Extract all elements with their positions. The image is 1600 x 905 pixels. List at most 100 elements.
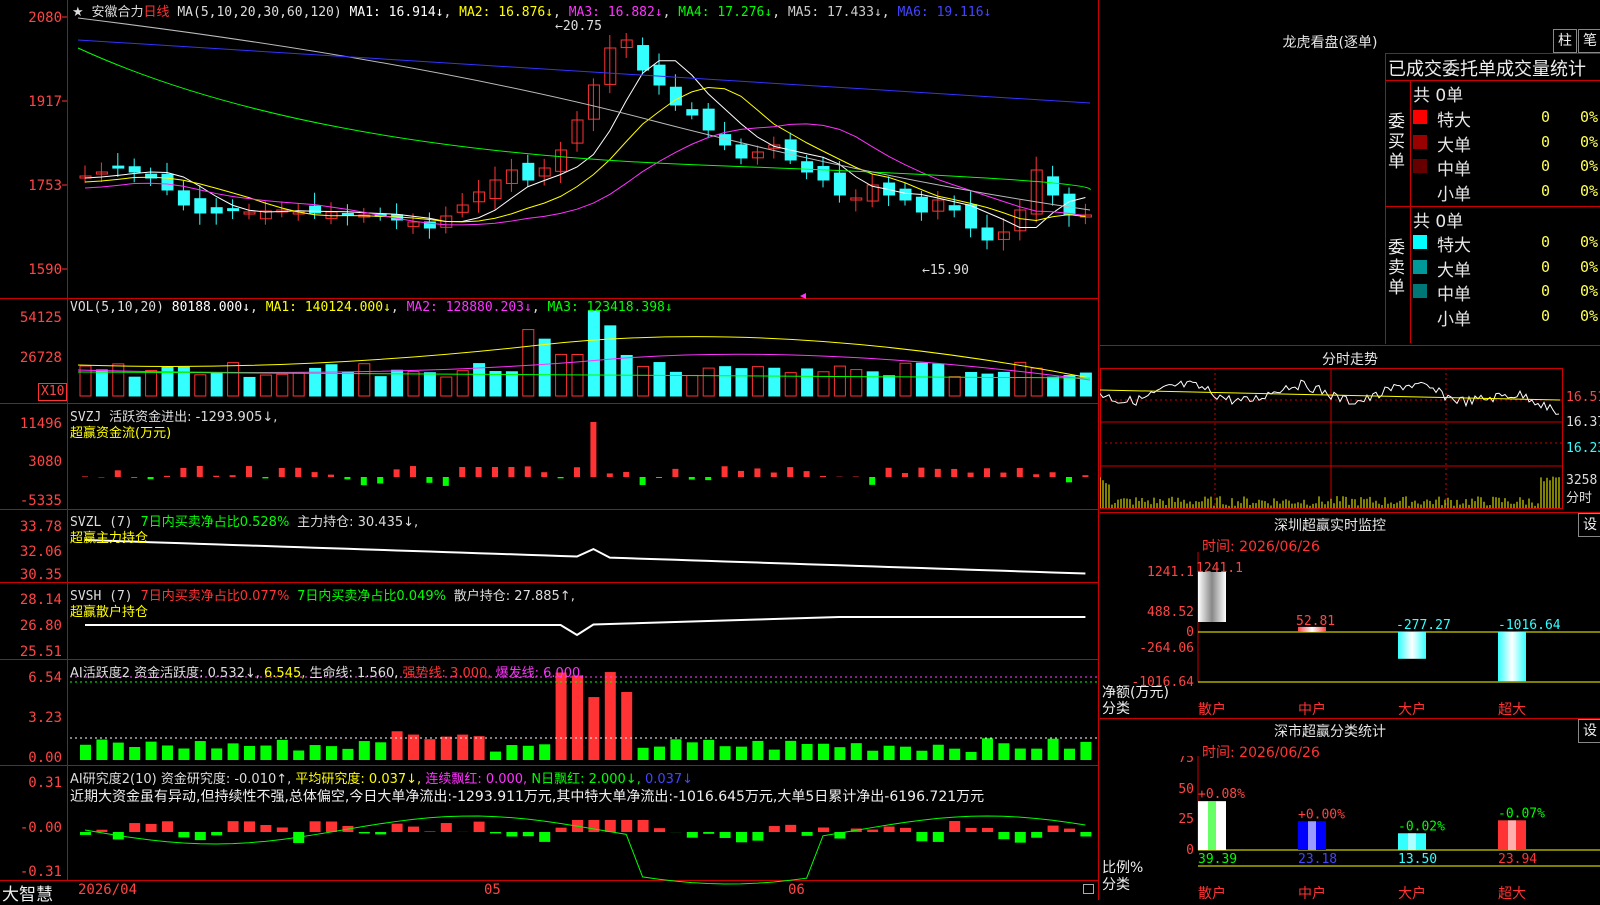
candle-body — [736, 145, 747, 158]
flow-bar — [295, 468, 301, 477]
activity-bar — [1031, 749, 1042, 760]
flow-bar — [754, 468, 760, 477]
intraday-price-low: 16.23 — [1566, 441, 1600, 456]
order-count: 0 — [1510, 307, 1550, 325]
svsh-text2: 7日内买卖净占比0.049% — [297, 589, 446, 604]
vol-tick: 26728 — [20, 350, 62, 366]
ai1-title: AI活跃度2 — [70, 666, 130, 681]
activity-bar — [293, 751, 304, 760]
net-amount-bar — [1498, 632, 1526, 681]
activity-bars — [80, 672, 1091, 760]
star-icon[interactable]: ★ — [72, 5, 84, 20]
activity-bar — [342, 749, 353, 760]
activity-bar — [982, 738, 993, 760]
flow-bar — [279, 468, 285, 477]
flow-bar — [1017, 468, 1023, 477]
candle-body — [982, 228, 993, 240]
period-label[interactable]: 日线 — [144, 5, 170, 20]
order-count: 0 — [1510, 258, 1550, 276]
flow-bar — [197, 466, 203, 477]
vol-desc: VOL(5,10,20) — [70, 300, 164, 315]
intraday-price-line — [1100, 380, 1559, 414]
ai1-t4: 强势线: 3.000, — [403, 666, 492, 681]
flow-bar — [508, 467, 514, 477]
volume-bar — [228, 363, 239, 396]
volume-bar — [375, 377, 386, 396]
activity-bar — [867, 751, 878, 760]
volume-bar — [638, 366, 649, 396]
research-bar — [195, 832, 206, 840]
price-tick: 1753 — [28, 178, 62, 194]
volume-bar — [211, 373, 222, 396]
volume-bar — [605, 326, 616, 396]
ma6-value: MA6: 19.116↓ — [897, 5, 991, 20]
svzl-tick: 30.35 — [20, 567, 62, 583]
order-count: 0 — [1510, 133, 1550, 151]
activity-bar — [556, 672, 567, 760]
research-bar — [310, 821, 321, 832]
activity-bar — [916, 751, 927, 760]
ratio-value-label: 23.94 — [1498, 852, 1537, 867]
research-bar — [802, 832, 813, 836]
order-size-label: 小单 — [1437, 180, 1471, 205]
activity-bar — [949, 749, 960, 760]
tick-mode-button[interactable]: 笔 — [1578, 29, 1600, 53]
svzj-tick: -5335 — [20, 493, 62, 509]
activity-bar — [129, 747, 140, 760]
order-count: 0 — [1510, 182, 1550, 200]
order-percent: 0% — [1560, 258, 1598, 276]
activity-bar — [539, 744, 550, 760]
volume-bar — [720, 367, 731, 396]
flow-bar — [426, 477, 432, 483]
activity-bar — [375, 742, 386, 760]
research-bar — [1031, 832, 1042, 838]
research-bar — [703, 832, 714, 834]
activity-bar — [277, 740, 288, 760]
candle-body — [818, 167, 829, 180]
lock-icon[interactable] — [1083, 884, 1094, 894]
price-tick: 2080 — [28, 10, 62, 26]
activity-bar — [884, 746, 895, 760]
bar-mode-button[interactable]: 柱 — [1553, 29, 1577, 53]
volume-bar — [933, 364, 944, 396]
flow-bar — [1033, 474, 1039, 477]
stock-name[interactable]: 安徽合力 — [91, 5, 143, 20]
flow-bar — [476, 467, 482, 477]
net-amount-bar — [1198, 572, 1226, 622]
classify-tick: 75 — [1178, 756, 1194, 766]
classify-settings-button[interactable]: 设 — [1578, 719, 1600, 743]
svsh-tick: 26.80 — [20, 618, 62, 634]
flow-bar — [148, 477, 154, 479]
candle-body — [802, 162, 813, 172]
order-percent: 0% — [1560, 133, 1598, 151]
volume-bar — [900, 363, 911, 396]
research-bar — [211, 832, 222, 835]
vol-ma2: MA2: 128880.203↓ — [407, 300, 532, 315]
flow-bar — [180, 468, 186, 477]
activity-bar — [146, 742, 157, 760]
activity-bar — [310, 745, 321, 760]
flow-bar — [213, 476, 219, 477]
order-size-label: 大单 — [1437, 256, 1471, 281]
candle-body — [211, 208, 222, 213]
volume-bar — [424, 373, 435, 396]
activity-bar — [605, 672, 616, 760]
flow-bar — [131, 477, 137, 478]
flow-bar — [492, 467, 498, 477]
order-size-label: 大单 — [1437, 131, 1471, 156]
category-label: 散户 — [1198, 701, 1226, 717]
research-bar — [359, 832, 370, 833]
ratio-value-label: 23.18 — [1298, 852, 1337, 867]
activity-bar — [392, 731, 403, 760]
flow-bar — [722, 466, 728, 477]
date-label-june: 06 — [788, 882, 805, 898]
volume-bar — [490, 372, 501, 396]
order-percent: 0% — [1560, 182, 1598, 200]
monitor-settings-button[interactable]: 设 — [1578, 513, 1600, 537]
research-bar — [96, 830, 107, 832]
flow-bar — [574, 467, 580, 477]
research-bar — [523, 832, 534, 836]
category-label: 大户 — [1398, 701, 1426, 717]
order-size-label: 特大 — [1437, 106, 1471, 131]
intraday-chart[interactable]: 16.51 16.37 16.23 3258 分时 — [1100, 368, 1600, 510]
